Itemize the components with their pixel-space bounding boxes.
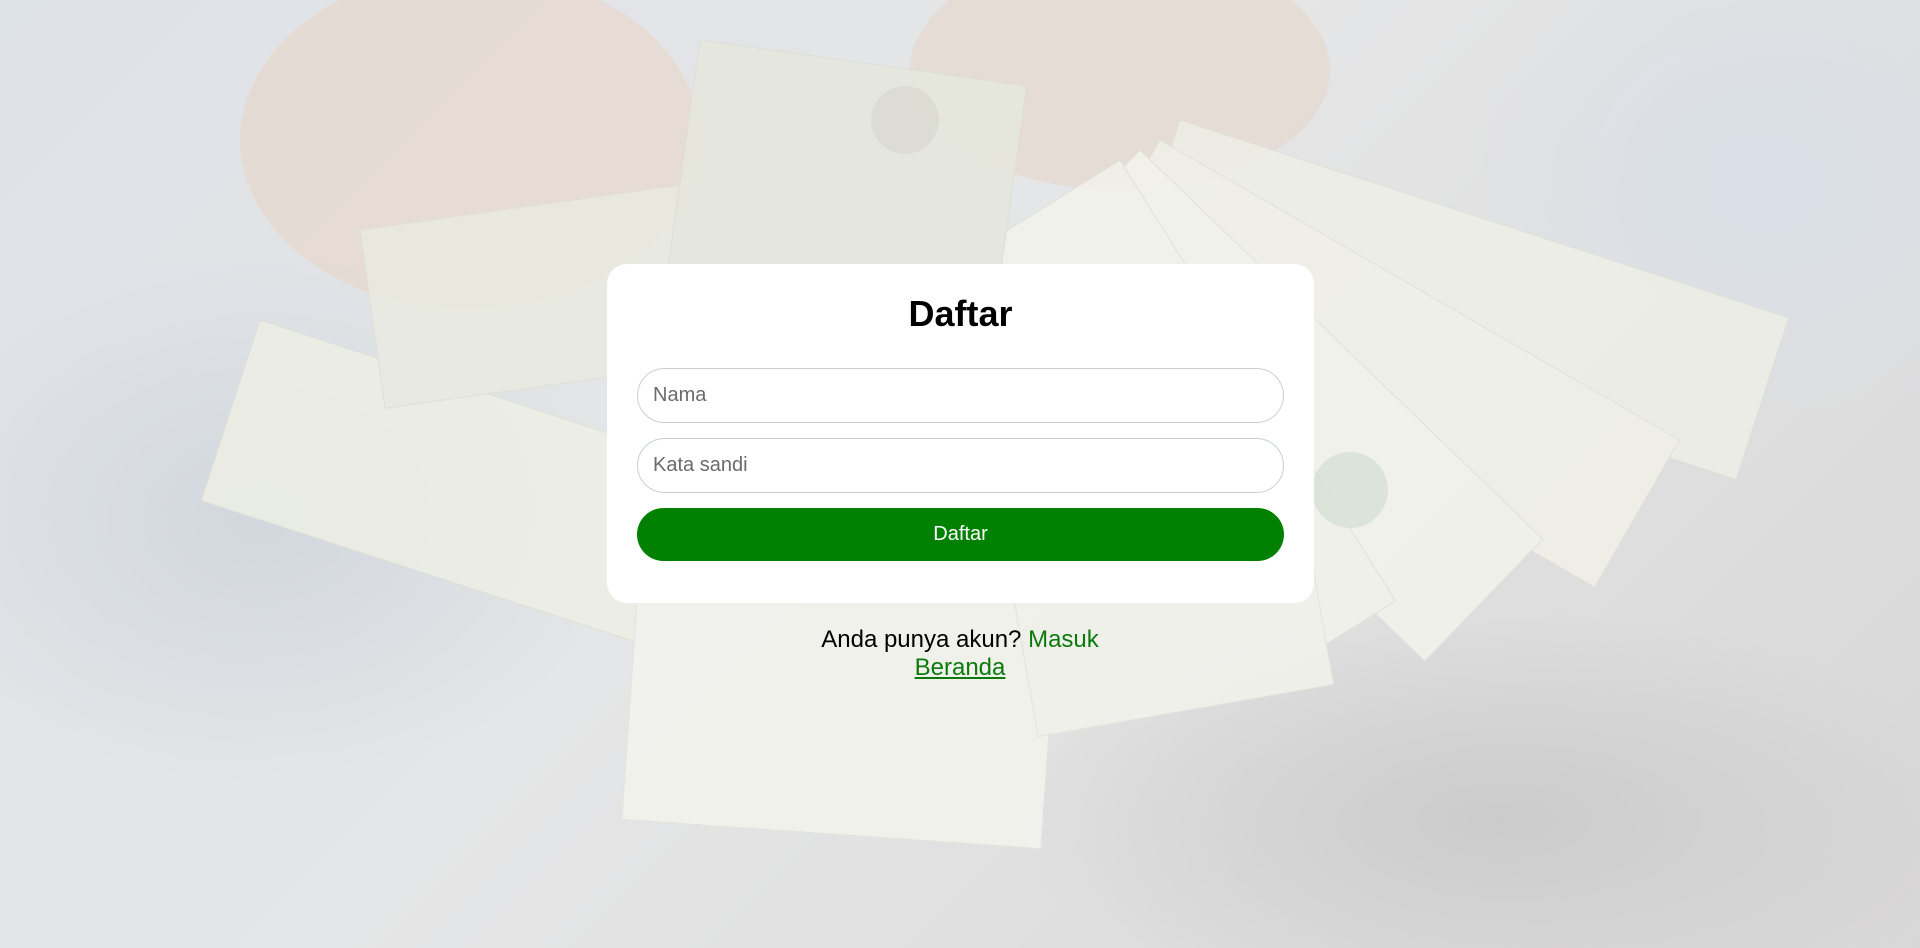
register-card: Daftar Daftar <box>607 264 1314 603</box>
auth-footer: Anda punya akun? Masuk Beranda <box>0 626 1920 682</box>
register-button[interactable]: Daftar <box>637 508 1284 561</box>
name-input[interactable] <box>637 368 1284 423</box>
home-link[interactable]: Beranda <box>915 654 1006 681</box>
password-input[interactable] <box>637 438 1284 493</box>
login-prompt: Anda punya akun? Masuk <box>0 626 1920 654</box>
login-link[interactable]: Masuk <box>1028 626 1099 653</box>
login-question: Anda punya akun? <box>821 626 1022 653</box>
form-title: Daftar <box>908 293 1013 334</box>
